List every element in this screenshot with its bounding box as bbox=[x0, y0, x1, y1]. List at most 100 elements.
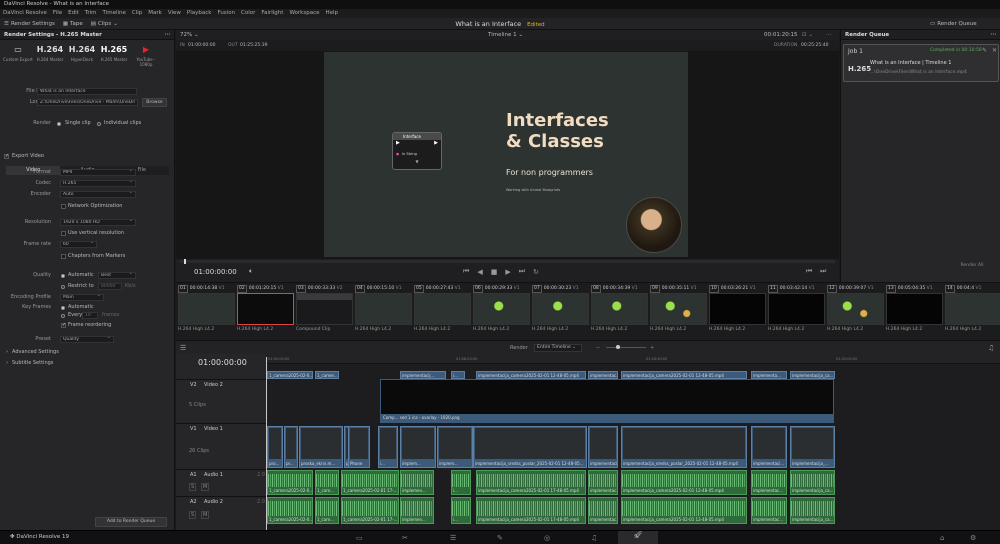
vertical-resolution-checkbox[interactable] bbox=[61, 231, 66, 236]
individual-clips-radio[interactable] bbox=[97, 122, 101, 126]
color-page-icon[interactable]: ◎ bbox=[544, 534, 550, 542]
clip-thumbnail[interactable]: 11 00:03:42:14 V1 H.264 High L4.2 bbox=[768, 284, 825, 338]
keyframes-input[interactable]: 10 bbox=[82, 312, 98, 319]
more-options-icon[interactable]: ⋯ bbox=[991, 30, 997, 40]
chapters-checkbox[interactable] bbox=[61, 254, 66, 259]
quality-automatic-radio[interactable] bbox=[61, 274, 65, 278]
clip-thumbnail[interactable]: 09 00:00:35:11 V1 H.264 High L4.2 bbox=[650, 284, 707, 338]
zoom-select[interactable]: 72% ⌄ bbox=[180, 30, 199, 40]
audio-clip[interactable]: 1_cam... bbox=[315, 470, 339, 495]
menu-item[interactable]: Mark bbox=[148, 10, 162, 16]
audio-clip[interactable]: implementac... bbox=[751, 497, 787, 524]
playhead[interactable] bbox=[266, 357, 267, 530]
volume-icon[interactable]: 🔈︎ bbox=[249, 267, 253, 276]
clip-thumbnail[interactable]: 12 00:00:39:07 V1 H.264 High L4.2 bbox=[827, 284, 884, 338]
encoding-profile-select[interactable]: Main bbox=[60, 294, 104, 301]
render-preset[interactable]: H.265 H.265 Master bbox=[99, 43, 129, 72]
frame-rate-select[interactable]: 60 bbox=[60, 241, 97, 248]
render-job[interactable]: Job 1 Completed in 00:10:56 ✎ ✕ H.265 Wh… bbox=[843, 44, 999, 82]
video-clip[interactable]: implementacija_camera2025-02-01 12-48-05… bbox=[476, 371, 586, 379]
compound-clip[interactable]: Comp... sed 1 ica - ovarlay - 1920.png bbox=[380, 379, 834, 423]
render-preset[interactable]: ▭ Custom Export bbox=[3, 43, 33, 72]
menu-item[interactable]: Playback bbox=[187, 10, 212, 16]
audio-clip[interactable]: implementac... bbox=[751, 470, 787, 495]
encoder-select[interactable]: Auto bbox=[60, 191, 136, 198]
video-clip[interactable]: implem... bbox=[437, 426, 473, 468]
mute-button[interactable]: M bbox=[201, 483, 210, 491]
timeline-select[interactable]: Timeline 1 ⌄ bbox=[488, 30, 523, 40]
edit-page-icon[interactable]: ☰ bbox=[450, 534, 456, 542]
play-icon[interactable]: ▶ bbox=[505, 268, 510, 276]
video-clip[interactable]: implementacij... bbox=[400, 371, 446, 379]
stop-icon[interactable]: ■ bbox=[491, 268, 498, 276]
audio-clip[interactable]: implementacija_camera2025-02-01 17-48-05… bbox=[476, 470, 586, 495]
video-clip[interactable]: implementaci... bbox=[588, 426, 618, 468]
clip-thumbnail[interactable]: 02 00:01:20:15 V1 H.264 High L4.2 bbox=[237, 284, 294, 338]
edit-icon[interactable]: ✎ bbox=[982, 47, 987, 54]
home-icon[interactable]: ⌂ bbox=[940, 534, 944, 542]
restrict-to-radio[interactable] bbox=[61, 285, 65, 289]
audio-clip[interactable]: implementac... bbox=[588, 497, 618, 524]
video-viewer[interactable]: Interface ▶ ▶ ● In String ▼ Interfaces &… bbox=[176, 51, 839, 259]
video-clip[interactable]: implementa... bbox=[751, 371, 787, 379]
reverse-play-icon[interactable]: ◀ bbox=[477, 268, 482, 276]
timeline-options-icon[interactable]: ☰ bbox=[180, 341, 186, 355]
out-timecode[interactable]: 01:25:25:39 bbox=[240, 40, 267, 51]
audio-clip[interactable]: 1_camera2025-02-01 17-... bbox=[341, 497, 399, 524]
audio-clip[interactable]: implementac... bbox=[588, 470, 618, 495]
audio-clip[interactable]: implementacija_camera2025-02-01 12-48-05… bbox=[621, 470, 747, 495]
fusion-page-icon[interactable]: ✎ bbox=[497, 534, 503, 542]
clip-thumbnail[interactable]: 07 00:00:30:23 V1 H.264 High L4.2 bbox=[532, 284, 589, 338]
render-queue-button[interactable]: ▭ Render Queue bbox=[930, 21, 977, 27]
clip-thumbnail[interactable]: 04 00:00:15:10 V1 H.264 High L4.2 bbox=[355, 284, 412, 338]
clip-thumbnail[interactable]: 08 00:00:34:39 V1 H.264 High L4.2 bbox=[591, 284, 648, 338]
video-clip[interactable]: pr... bbox=[284, 426, 298, 468]
audio-clip[interactable]: implemen... bbox=[400, 470, 434, 495]
video-clip[interactable]: 1_camera2025-02-0... bbox=[267, 371, 313, 379]
deliver-page-icon[interactable]: 🚀︎ bbox=[618, 531, 658, 544]
audio-clip[interactable]: 1_camera2025-02-0... bbox=[267, 497, 313, 524]
render-all-button[interactable]: Render All bbox=[947, 262, 997, 271]
audio-clip[interactable]: implementacija_camera2025-02-01 12-48-05… bbox=[621, 497, 747, 524]
solo-button[interactable]: S bbox=[189, 483, 197, 491]
go-to-start-icon[interactable]: ⏮︎ bbox=[463, 267, 469, 276]
render-preset[interactable]: ▶ YouTube - 1080p bbox=[131, 43, 161, 72]
video-clip[interactable]: 1_camer... bbox=[315, 371, 339, 379]
clip-thumbnail[interactable]: 14 00:04:4 V1 H.264 High L4.2 bbox=[945, 284, 1000, 338]
track-header-a2[interactable]: A2 Audio 2 2.0 S M bbox=[176, 496, 266, 526]
gear-icon[interactable]: ⚙ bbox=[970, 534, 976, 542]
loop-icon[interactable]: ↻ bbox=[533, 268, 539, 276]
video-clip[interactable]: implementaci... bbox=[751, 426, 787, 468]
file-name-input[interactable]: What is an Interface bbox=[37, 88, 137, 95]
audio-clip[interactable]: i... bbox=[451, 497, 471, 524]
add-to-render-queue-button[interactable]: Add to Render Queue bbox=[95, 517, 167, 527]
keyframes-automatic-radio[interactable] bbox=[61, 306, 65, 310]
timeline-tracks[interactable]: 01:00:00:00 01:08:20:00 01:16:40:00 01:2… bbox=[266, 354, 1000, 530]
video-clip[interactable]: implementacija_sredss_poslar_2025-02-01 … bbox=[621, 426, 747, 468]
location-input[interactable]: Z:\OneDrive\Files\OneDrive - Malm\OneDri bbox=[37, 99, 138, 106]
clip-thumbnail[interactable]: 06 00:00:29:33 V1 H.264 High L4.2 bbox=[473, 284, 530, 338]
prev-frame-icon[interactable]: ⏮︎ bbox=[806, 267, 812, 276]
more-options-icon[interactable]: ⋯ bbox=[165, 30, 171, 40]
menu-item[interactable]: File bbox=[53, 10, 62, 16]
audio-clip[interactable]: implementacija_camera2025-02-01 17-48-05… bbox=[476, 497, 586, 524]
codec-select[interactable]: H.265 bbox=[60, 180, 136, 187]
viewer-options-icon[interactable]: ⊡ ⌄ bbox=[802, 30, 813, 40]
advanced-settings-row[interactable]: › Advanced Settings bbox=[0, 348, 175, 357]
more-options-icon[interactable]: ⋯ bbox=[826, 30, 832, 40]
preset-select[interactable]: Quality bbox=[60, 336, 114, 343]
network-optimization-checkbox[interactable] bbox=[61, 204, 66, 209]
zoom-slider-handle[interactable] bbox=[616, 345, 620, 349]
track-header-v2[interactable]: V2 Video 2 5 Clips bbox=[176, 379, 266, 423]
video-clip[interactable]: implementacija_... bbox=[790, 426, 835, 468]
video-clip[interactable]: Phone bbox=[348, 426, 370, 468]
video-clip[interactable]: implem... bbox=[400, 426, 436, 468]
video-clip[interactable]: implementacija_sredss_poslar_2025-02-01 … bbox=[473, 426, 587, 468]
clip-thumbnail[interactable]: 01 00:00:14:38 V1 H.264 High L4.2 bbox=[178, 284, 235, 338]
browse-button[interactable]: Browse bbox=[142, 98, 167, 107]
video-clip[interactable]: implementacija_ca... bbox=[790, 371, 835, 379]
video-clip[interactable]: implementac... bbox=[588, 371, 618, 379]
fairlight-page-icon[interactable]: ♫ bbox=[591, 534, 597, 542]
timeline-ruler[interactable]: 01:00:00:00 01:08:20:00 01:16:40:00 01:2… bbox=[266, 354, 1000, 364]
clip-thumbnail[interactable]: 10 00:03:26:21 V1 H.264 High L4.2 bbox=[709, 284, 766, 338]
